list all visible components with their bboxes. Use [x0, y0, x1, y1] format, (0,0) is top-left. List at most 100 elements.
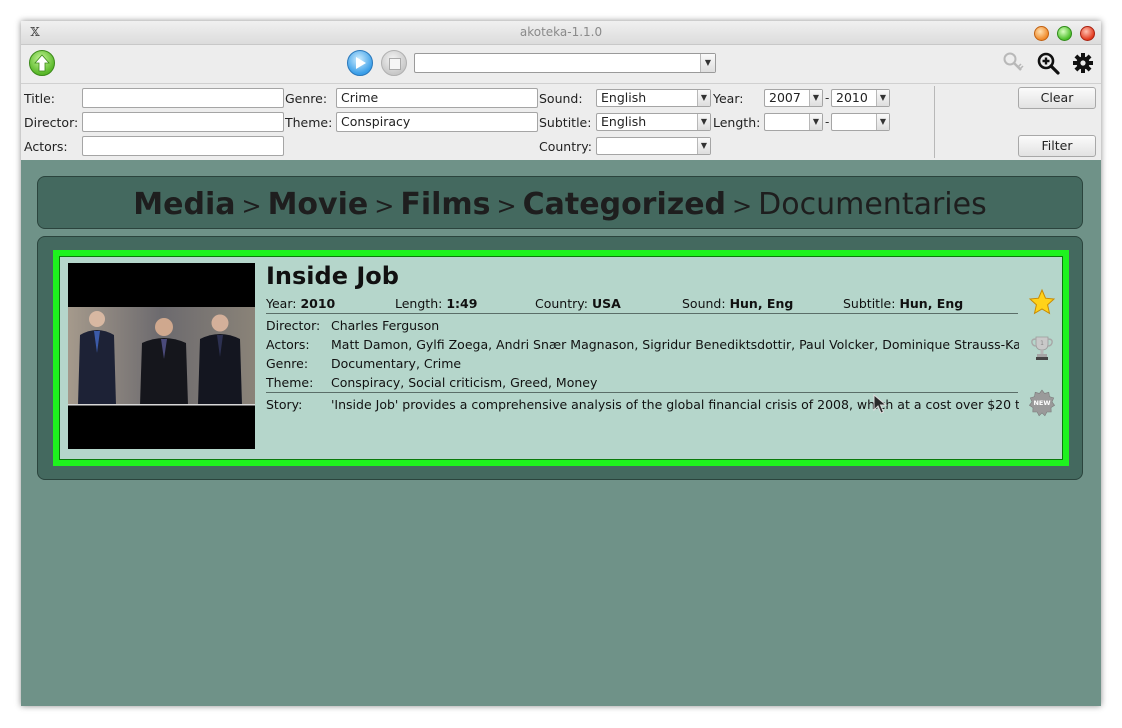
- subtitle-label: Subtitle:: [843, 296, 896, 311]
- play-button[interactable]: [347, 50, 373, 76]
- year-to-select[interactable]: 2010 ▼: [831, 89, 890, 107]
- chevron-down-icon: ▼: [876, 90, 889, 106]
- length-label: Length:: [713, 115, 761, 130]
- story-label: Story:: [266, 397, 303, 412]
- app-window: 𝕏 akoteka-1.1.0 ▼ Title: Director: Actor…: [21, 21, 1101, 706]
- title-bar[interactable]: 𝕏 akoteka-1.1.0: [21, 21, 1101, 45]
- year-from-value: 2007: [769, 90, 801, 105]
- subtitle-value: Hun, Eng: [899, 296, 964, 311]
- new-badge-label: NEW: [1033, 399, 1051, 407]
- breadcrumb-item-media[interactable]: Media: [133, 187, 235, 222]
- movie-card[interactable]: Inside Job Year: 2010 Length: 1:49 Count…: [53, 250, 1069, 466]
- subtitle-field: Subtitle: Hun, Eng: [843, 296, 963, 311]
- sound-value: Hun, Eng: [729, 296, 794, 311]
- year-label: Year:: [713, 91, 744, 106]
- breadcrumb-separator: >: [496, 192, 517, 220]
- breadcrumb-separator: >: [732, 192, 753, 220]
- actors-label: Actors:: [24, 139, 68, 154]
- country-label: Country:: [535, 296, 588, 311]
- search-key-icon[interactable]: [1001, 51, 1025, 75]
- director-label: Director:: [266, 318, 321, 333]
- divider: [266, 313, 1018, 314]
- sound-label: Sound:: [682, 296, 726, 311]
- chevron-down-icon: ▼: [700, 54, 715, 72]
- year-from-select[interactable]: 2007 ▼: [764, 89, 823, 107]
- divider: [266, 392, 1018, 393]
- movie-title: Inside Job: [266, 262, 399, 290]
- filter-button[interactable]: Filter: [1018, 135, 1096, 157]
- actors-value: Matt Damon, Gylfi Zoega, Andri Snær Magn…: [331, 337, 1019, 352]
- breadcrumb-item-movie[interactable]: Movie: [268, 187, 369, 222]
- director-input[interactable]: [82, 112, 284, 132]
- window-title: akoteka-1.1.0: [519, 25, 603, 39]
- year-range-dash: -: [825, 91, 830, 105]
- sound-field: Sound: Hun, Eng: [682, 296, 793, 311]
- chevron-down-icon: ▼: [697, 114, 710, 130]
- maximize-button[interactable]: [1057, 26, 1072, 41]
- breadcrumb-item-films[interactable]: Films: [400, 187, 490, 222]
- gear-icon[interactable]: [1071, 51, 1095, 75]
- zoom-in-icon[interactable]: [1036, 51, 1060, 75]
- breadcrumb-item-documentaries: Documentaries: [758, 187, 987, 222]
- toolbar: ▼: [21, 45, 1101, 83]
- chevron-down-icon: ▼: [876, 114, 889, 130]
- year-value: 2010: [300, 296, 336, 311]
- subtitle-select-value: English: [601, 114, 647, 129]
- theme-input[interactable]: Conspiracy: [336, 112, 538, 132]
- genre-input[interactable]: Crime: [336, 88, 538, 108]
- length-label: Length:: [395, 296, 443, 311]
- subtitle-label: Subtitle:: [539, 115, 592, 130]
- content-area: Media > Movie > Films > Categorized > Documentar…: [21, 160, 1101, 706]
- theme-label: Theme:: [266, 375, 314, 390]
- country-select[interactable]: ▼: [596, 137, 711, 155]
- up-arrow-icon: [34, 54, 50, 72]
- sound-select-value: English: [601, 90, 647, 105]
- breadcrumb-separator: >: [374, 192, 395, 220]
- country-label: Country:: [539, 139, 592, 154]
- year-label: Year:: [266, 296, 297, 311]
- actors-label: Actors:: [266, 337, 310, 352]
- length-to-select[interactable]: ▼: [831, 113, 890, 131]
- play-icon: [356, 57, 366, 69]
- media-selector[interactable]: ▼: [414, 53, 716, 73]
- length-range-dash: -: [825, 115, 830, 129]
- actors-input[interactable]: [82, 136, 284, 156]
- clear-button[interactable]: Clear: [1018, 87, 1096, 109]
- breadcrumb-separator: >: [241, 192, 262, 220]
- subtitle-select[interactable]: English ▼: [596, 113, 711, 131]
- new-badge-icon[interactable]: NEW: [1028, 389, 1056, 417]
- sound-select[interactable]: English ▼: [596, 89, 711, 107]
- stop-icon: [389, 58, 401, 70]
- movie-poster: [68, 263, 255, 449]
- story-value: 'Inside Job' provides a comprehensive an…: [331, 397, 1019, 412]
- trophy-icon[interactable]: 1: [1028, 334, 1056, 362]
- country-field: Country: USA: [535, 296, 621, 311]
- close-button[interactable]: [1080, 26, 1095, 41]
- chevron-down-icon: ▼: [697, 90, 710, 106]
- breadcrumb-item-categorized[interactable]: Categorized: [523, 187, 726, 222]
- length-from-select[interactable]: ▼: [764, 113, 823, 131]
- chevron-down-icon: ▼: [809, 114, 822, 130]
- genre-label: Genre:: [266, 356, 309, 371]
- filter-divider: [934, 86, 935, 158]
- chevron-down-icon: ▼: [809, 90, 822, 106]
- year-field: Year: 2010: [266, 296, 335, 311]
- director-label: Director:: [24, 115, 79, 130]
- up-arrow-button[interactable]: [29, 50, 55, 76]
- director-value: Charles Ferguson: [331, 318, 440, 333]
- theme-value: Conspiracy, Social criticism, Greed, Mon…: [331, 375, 598, 390]
- genre-label: Genre:: [285, 91, 328, 106]
- sound-label: Sound:: [539, 91, 583, 106]
- movie-list-panel: Inside Job Year: 2010 Length: 1:49 Count…: [37, 236, 1083, 480]
- title-input[interactable]: [82, 88, 284, 108]
- filter-panel: Title: Director: Actors: Genre: Crime Th…: [21, 83, 1101, 161]
- year-to-value: 2010: [836, 90, 868, 105]
- star-icon[interactable]: [1028, 288, 1056, 316]
- stop-button[interactable]: [381, 50, 407, 76]
- minimize-button[interactable]: [1034, 26, 1049, 41]
- length-value: 1:49: [446, 296, 478, 311]
- svg-text:1: 1: [1040, 340, 1044, 347]
- chevron-down-icon: ▼: [697, 138, 710, 154]
- length-field: Length: 1:49: [395, 296, 477, 311]
- theme-label: Theme:: [285, 115, 333, 130]
